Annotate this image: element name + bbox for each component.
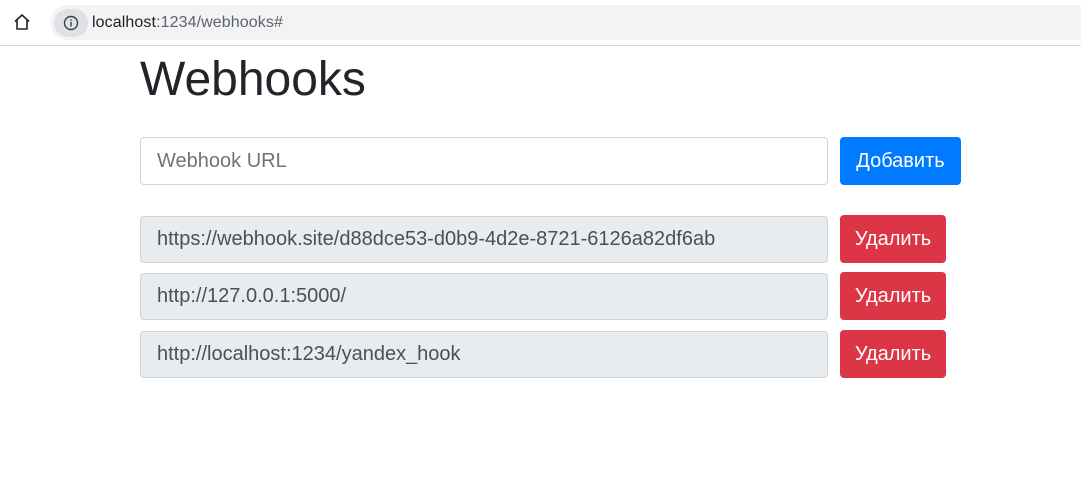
delete-button[interactable]: Удалить [840,330,946,378]
site-info-button[interactable] [54,8,88,37]
url-text[interactable]: localhost:1234/webhooks# [92,14,283,32]
page-title: Webhooks [140,53,366,106]
add-webhook-form: Добавить [140,137,961,185]
address-bar[interactable]: localhost:1234/webhooks# [50,5,1081,40]
add-button[interactable]: Добавить [840,137,961,185]
webhook-url-field: http://localhost:1234/yandex_hook [140,330,828,378]
home-button[interactable] [8,8,36,36]
url-host: localhost [92,13,157,31]
webhook-row: https://webhook.site/d88dce53-d0b9-4d2e-… [140,215,946,263]
webhook-url-field: https://webhook.site/d88dce53-d0b9-4d2e-… [140,215,828,263]
delete-button[interactable]: Удалить [840,272,946,320]
webhook-url-input[interactable] [140,137,828,185]
webhook-row: http://127.0.0.1:5000/ Удалить [140,272,946,320]
browser-toolbar: localhost:1234/webhooks# [0,0,1081,46]
info-icon [63,15,79,30]
delete-button[interactable]: Удалить [840,215,946,263]
home-icon [14,14,30,30]
webhook-url-field: http://127.0.0.1:5000/ [140,272,828,320]
webhook-row: http://localhost:1234/yandex_hook Удалит… [140,330,946,378]
url-path: :1234/webhooks# [156,13,283,31]
main-container: Webhooks Добавить https://webhook.site/d… [140,46,961,378]
